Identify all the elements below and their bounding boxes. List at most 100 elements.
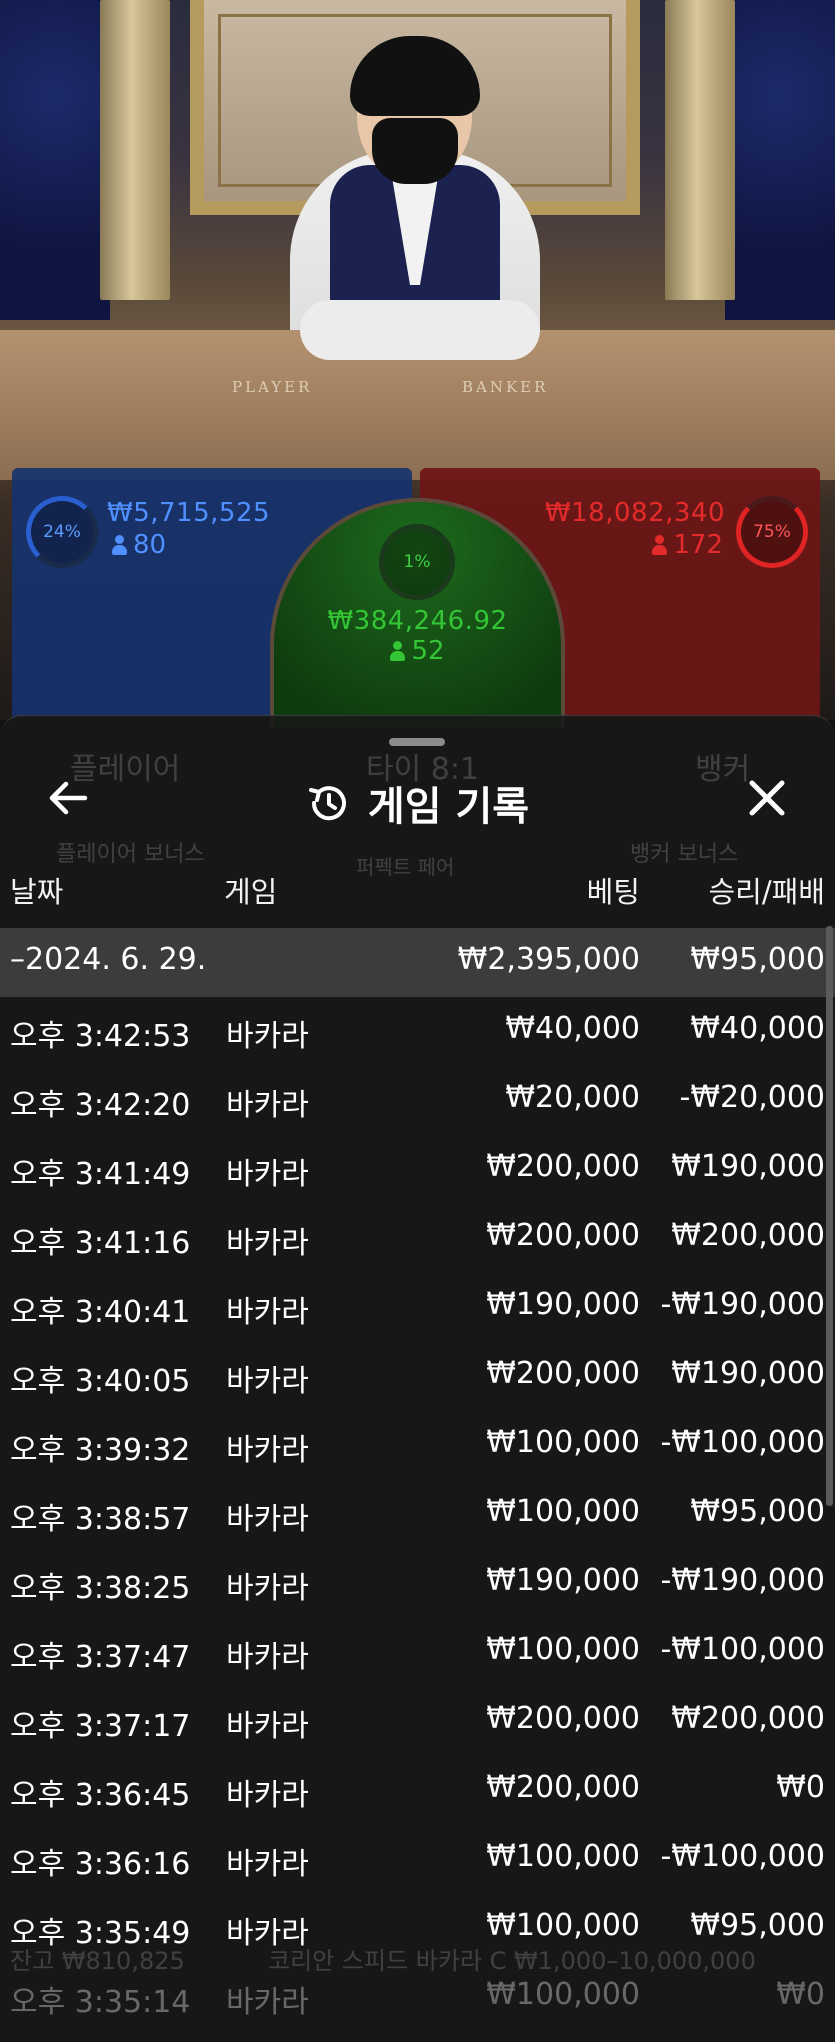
history-row[interactable]: 오후 3:39:32 바카라 ₩100,000 -₩100,000 xyxy=(0,1411,835,1480)
row-result: ₩0 xyxy=(776,1770,825,1805)
row-time: 오후 3:42:20 xyxy=(10,1088,191,1123)
tie-percent: 1% xyxy=(403,552,431,572)
history-clock-icon xyxy=(308,786,346,821)
history-row[interactable]: 오후 3:35:14 바카라 ₩100,000 ₩0 xyxy=(0,1963,835,2032)
row-result: -₩100,000 xyxy=(660,1632,825,1667)
row-bet: ₩200,000 xyxy=(486,1218,640,1253)
row-game: 바카라 xyxy=(226,1088,309,1123)
ghost-player-bonus: 플레이어 보너스 xyxy=(56,842,205,867)
row-bet: ₩190,000 xyxy=(486,1563,640,1598)
row-time: 오후 3:40:05 xyxy=(10,1364,191,1399)
row-bet: ₩200,000 xyxy=(486,1770,640,1805)
banker-percent: 75% xyxy=(753,522,791,542)
row-result: ₩95,000 xyxy=(690,1494,825,1529)
row-time: 오후 3:38:57 xyxy=(10,1502,191,1537)
history-row[interactable]: 오후 3:37:17 바카라 ₩200,000 ₩200,000 xyxy=(0,1687,835,1756)
row-bet: ₩200,000 xyxy=(486,1149,640,1184)
history-row[interactable]: 오후 3:35:49 바카라 ₩100,000 ₩95,000 xyxy=(0,1894,835,1963)
row-result: ₩40,000 xyxy=(690,1011,825,1046)
player-percent-ring: 24% xyxy=(26,496,98,568)
summary-result: ₩95,000 xyxy=(690,942,825,977)
tie-count-value: 52 xyxy=(411,636,445,666)
row-result: ₩190,000 xyxy=(671,1149,825,1184)
row-bet: ₩100,000 xyxy=(486,1839,640,1874)
person-icon xyxy=(112,535,127,555)
tie-total-amount: ₩384,246.92 xyxy=(327,606,508,636)
row-bet: ₩100,000 xyxy=(486,1908,640,1943)
row-game: 바카라 xyxy=(226,1709,309,1744)
history-row[interactable]: 오후 3:36:45 바카라 ₩200,000 ₩0 xyxy=(0,1756,835,1825)
person-icon xyxy=(390,641,406,661)
row-game: 바카라 xyxy=(226,1295,309,1330)
table-player-label: PLAYER xyxy=(232,378,313,396)
column-header-date: 날짜 xyxy=(10,875,64,909)
ghost-perfect-pair: 퍼펙트 페어 xyxy=(356,855,455,879)
player-percent: 24% xyxy=(43,522,81,542)
row-time: 오후 3:35:14 xyxy=(10,1985,191,2020)
history-row[interactable]: 오후 3:36:16 바카라 ₩100,000 -₩100,000 xyxy=(0,1825,835,1894)
history-row[interactable]: 오후 3:40:05 바카라 ₩200,000 ₩190,000 xyxy=(0,1342,835,1411)
row-result: -₩100,000 xyxy=(660,1839,825,1874)
row-result: -₩20,000 xyxy=(679,1080,825,1115)
row-time: 오후 3:41:49 xyxy=(10,1157,191,1192)
row-time: 오후 3:41:16 xyxy=(10,1226,191,1261)
history-row[interactable]: 오후 3:42:20 바카라 ₩20,000 -₩20,000 xyxy=(0,1066,835,1135)
row-game: 바카라 xyxy=(226,1916,309,1951)
row-bet: ₩100,000 xyxy=(486,1977,640,2012)
history-row[interactable]: 오후 3:41:16 바카라 ₩200,000 ₩200,000 xyxy=(0,1204,835,1273)
row-time: 오후 3:39:32 xyxy=(10,1433,191,1468)
row-bet: ₩200,000 xyxy=(486,1701,640,1736)
row-time: 오후 3:35:49 xyxy=(10,1916,191,1951)
history-row[interactable]: 오후 3:41:49 바카라 ₩200,000 ₩190,000 xyxy=(0,1135,835,1204)
history-row[interactable]: 오후 3:37:47 바카라 ₩100,000 -₩100,000 xyxy=(0,1618,835,1687)
history-scrollbar[interactable] xyxy=(826,926,833,1506)
game-history-sheet: 플레이어 타이 8:1 뱅커 플레이어 보너스 퍼펙트 페어 뱅커 보너스 잔고… xyxy=(0,715,835,2042)
row-game: 바카라 xyxy=(226,1226,309,1261)
row-time: 오후 3:42:53 xyxy=(10,1019,191,1054)
history-row[interactable]: 오후 3:38:57 바카라 ₩100,000 ₩95,000 xyxy=(0,1480,835,1549)
banker-percent-ring: 75% xyxy=(736,496,808,568)
row-bet: ₩20,000 xyxy=(505,1080,640,1115)
table-banker-label: BANKER xyxy=(462,378,549,396)
row-result: -₩190,000 xyxy=(660,1287,825,1322)
row-result: -₩100,000 xyxy=(660,1425,825,1460)
player-count: 80 xyxy=(112,530,166,560)
person-icon xyxy=(652,535,668,555)
row-bet: ₩40,000 xyxy=(505,1011,640,1046)
row-bet: ₩100,000 xyxy=(486,1494,640,1529)
row-result: ₩95,000 xyxy=(690,1908,825,1943)
row-time: 오후 3:38:25 xyxy=(10,1571,191,1606)
column-header-bet: 베팅 xyxy=(586,875,640,909)
row-result: ₩200,000 xyxy=(671,1218,825,1253)
history-row[interactable]: 오후 3:40:41 바카라 ₩190,000 -₩190,000 xyxy=(0,1273,835,1342)
history-table: –2024. 6. 29. ₩2,395,000 ₩95,000 오후 3:42… xyxy=(0,928,835,2032)
row-bet: ₩190,000 xyxy=(486,1287,640,1322)
row-game: 바카라 xyxy=(226,1364,309,1399)
column-header-game: 게임 xyxy=(224,875,278,909)
column-header-result: 승리/패배 xyxy=(708,875,826,909)
player-total-amount: ₩5,715,525 xyxy=(107,498,271,528)
banker-count-value: 172 xyxy=(673,530,723,560)
row-game: 바카라 xyxy=(226,1157,309,1192)
history-row[interactable]: 오후 3:42:53 바카라 ₩40,000 ₩40,000 xyxy=(0,997,835,1066)
summary-date: –2024. 6. 29. xyxy=(10,942,207,977)
row-game: 바카라 xyxy=(226,1640,309,1675)
summary-bet: ₩2,395,000 xyxy=(457,942,640,977)
gold-pillar-left xyxy=(100,0,170,300)
tie-count: 52 xyxy=(274,636,561,666)
row-game: 바카라 xyxy=(226,1847,309,1882)
row-time: 오후 3:37:17 xyxy=(10,1709,191,1744)
dealer-arms xyxy=(300,300,540,360)
dealer-mask xyxy=(372,118,458,184)
gold-pillar-right xyxy=(665,0,735,300)
date-summary-row[interactable]: –2024. 6. 29. ₩2,395,000 ₩95,000 xyxy=(0,928,835,997)
sheet-drag-handle[interactable] xyxy=(389,738,445,746)
row-time: 오후 3:40:41 xyxy=(10,1295,191,1330)
close-button[interactable] xyxy=(741,772,793,824)
row-result: ₩190,000 xyxy=(671,1356,825,1391)
row-bet: ₩100,000 xyxy=(486,1632,640,1667)
row-result: -₩190,000 xyxy=(660,1563,825,1598)
row-game: 바카라 xyxy=(226,1985,309,2020)
history-row[interactable]: 오후 3:38:25 바카라 ₩190,000 -₩190,000 xyxy=(0,1549,835,1618)
row-result: ₩0 xyxy=(776,1977,825,2012)
